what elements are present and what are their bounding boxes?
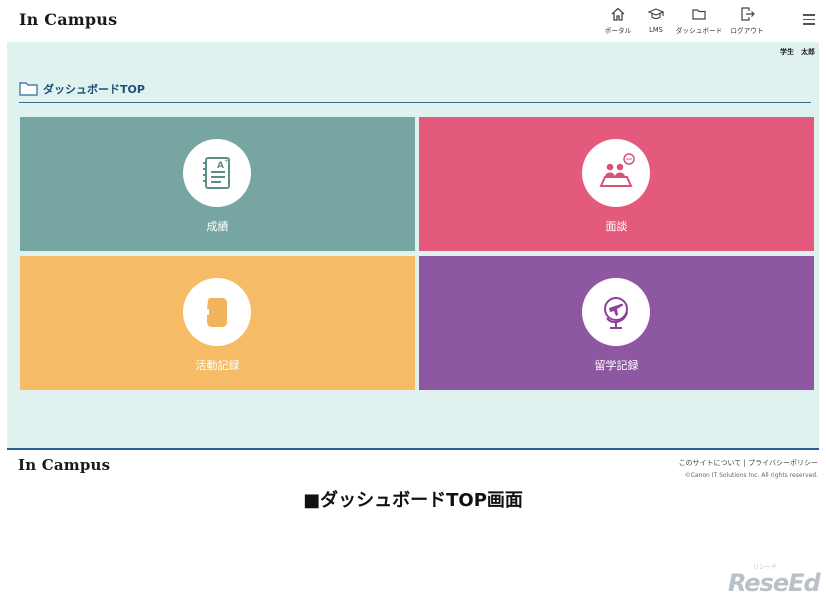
tile-study-abroad[interactable]: 留学記録 <box>419 256 814 390</box>
app-window: In Campus ポータル LMS ダッシュボード ログアウト 学生 太郎 ダ… <box>7 0 819 448</box>
report-card-icon: A + <box>203 157 230 189</box>
tile-icon-circle: A + <box>183 139 251 207</box>
globe-plane-icon <box>604 297 628 329</box>
tile-icon-circle <box>582 139 650 207</box>
header: In Campus ポータル LMS ダッシュボード ログアウト <box>7 0 819 42</box>
image-caption: ■ダッシュボードTOP画面 <box>303 490 523 511</box>
tile-label-grades: 成績 <box>206 220 229 233</box>
page-title-row: ダッシュボードTOP <box>19 80 811 103</box>
logout-icon <box>741 7 755 21</box>
about-link[interactable]: このサイトについて <box>679 459 742 467</box>
nav-portal[interactable]: ポータル <box>597 6 639 36</box>
top-nav: ポータル LMS ダッシュボード ログアウト <box>597 6 769 36</box>
graduation-cap-icon <box>648 8 664 20</box>
tile-label-activity: 活動記録 <box>195 359 240 372</box>
tile-grades[interactable]: A + 成績 <box>20 117 415 251</box>
nav-dashboard-label: ダッシュボード <box>675 27 723 35</box>
nav-lms-label: LMS <box>649 26 663 34</box>
tile-label-interview: 面談 <box>605 220 628 233</box>
privacy-link[interactable]: プライバシーポリシー <box>748 459 818 467</box>
folder-icon <box>19 82 38 96</box>
brand-logo[interactable]: In Campus <box>19 10 117 29</box>
tile-label-study-abroad: 留学記録 <box>594 359 639 372</box>
footer-links: このサイトについて | プライバシーポリシー <box>679 458 819 468</box>
nav-lms[interactable]: LMS <box>639 6 673 36</box>
home-icon <box>611 7 625 21</box>
page-title: ダッシュボードTOP <box>43 83 145 96</box>
nav-logout-label: ログアウト <box>730 27 764 35</box>
meeting-icon <box>599 153 635 187</box>
tile-activity-record[interactable]: 活動記録 <box>20 256 415 390</box>
user-name: 学生 太郎 <box>780 48 815 56</box>
footer-logo[interactable]: In Campus <box>18 456 110 474</box>
dashboard-main: 学生 太郎 ダッシュボードTOP A + 成績 面談 活動記録 留学記録 <box>7 42 819 448</box>
watermark-logo: ReseEd <box>728 569 821 597</box>
tile-interview[interactable]: 面談 <box>419 117 814 251</box>
hamburger-menu-icon[interactable] <box>803 14 815 28</box>
tile-icon-circle <box>183 278 251 346</box>
footer-separator: | <box>743 459 746 467</box>
footer-divider <box>7 448 819 450</box>
nav-dashboard[interactable]: ダッシュボード <box>673 6 725 36</box>
nav-portal-label: ポータル <box>604 27 632 35</box>
svg-text:+: + <box>224 158 229 165</box>
svg-text:A: A <box>217 161 224 171</box>
nav-logout[interactable]: ログアウト <box>725 6 769 36</box>
resed-watermark: リシード ReseEd <box>728 564 821 598</box>
tile-icon-circle <box>582 278 650 346</box>
folder-icon <box>692 9 706 20</box>
copyright: ©Canon IT Solutions Inc. All rights rese… <box>684 472 818 479</box>
sd-card-icon <box>207 298 227 327</box>
